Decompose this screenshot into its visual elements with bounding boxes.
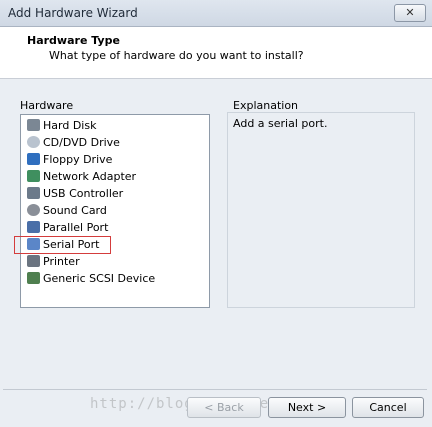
list-item-label: Parallel Port (43, 221, 109, 234)
usb-icon (27, 187, 40, 199)
scsi-device-icon (27, 272, 40, 284)
parallel-port-icon (27, 221, 40, 233)
close-icon: ✕ (405, 6, 415, 19)
divider (3, 389, 427, 390)
next-button-label: Next > (287, 401, 327, 414)
list-item-label: Generic SCSI Device (43, 272, 156, 285)
cancel-button-label: Cancel (369, 401, 407, 414)
list-item-sound-card[interactable]: Sound Card (27, 203, 110, 219)
list-item-label: Sound Card (43, 204, 107, 217)
list-item-serial-port[interactable]: Serial Port (14, 236, 111, 254)
close-button[interactable]: ✕ (394, 4, 426, 22)
hard-disk-icon (27, 119, 40, 131)
page-subtitle: What type of hardware do you want to ins… (49, 49, 304, 62)
list-item-floppy[interactable]: Floppy Drive (27, 152, 115, 168)
wizard-header: Hardware Type What type of hardware do y… (0, 27, 432, 79)
list-item-label: Hard Disk (43, 119, 97, 132)
list-item-usb-controller[interactable]: USB Controller (27, 186, 126, 202)
network-adapter-icon (27, 170, 40, 182)
back-button[interactable]: < Back (187, 397, 261, 418)
cd-dvd-icon (27, 136, 40, 148)
list-item-label: USB Controller (43, 187, 124, 200)
title-bar: Add Hardware Wizard ✕ (0, 0, 432, 27)
list-item-network-adapter[interactable]: Network Adapter (27, 169, 139, 185)
hardware-list[interactable]: Hard Disk CD/DVD Drive Floppy Drive Netw… (14, 114, 210, 308)
hardware-label: Hardware (20, 99, 74, 112)
list-item-label: CD/DVD Drive (43, 136, 120, 149)
next-button[interactable]: Next > (268, 397, 346, 418)
back-button-label: < Back (204, 401, 244, 414)
list-item-label: Serial Port (43, 238, 100, 251)
list-item-cd-dvd[interactable]: CD/DVD Drive (27, 135, 123, 151)
sound-card-icon (27, 204, 40, 216)
list-item-hard-disk[interactable]: Hard Disk (27, 118, 99, 134)
explanation-box: Add a serial port. (227, 112, 415, 308)
explanation-text: Add a serial port. (233, 117, 328, 130)
printer-icon (27, 255, 40, 267)
list-item-parallel-port[interactable]: Parallel Port (27, 220, 111, 236)
window-title: Add Hardware Wizard (8, 6, 138, 20)
page-title: Hardware Type (27, 34, 120, 47)
serial-port-icon (27, 238, 40, 250)
list-item-label: Network Adapter (43, 170, 137, 183)
list-item-generic-scsi[interactable]: Generic SCSI Device (27, 271, 158, 287)
list-item-label: Floppy Drive (43, 153, 113, 166)
cancel-button[interactable]: Cancel (352, 397, 424, 418)
floppy-icon (27, 153, 40, 165)
list-item-label: Printer (43, 255, 80, 268)
explanation-label: Explanation (233, 99, 299, 112)
list-item-printer[interactable]: Printer (27, 254, 83, 270)
